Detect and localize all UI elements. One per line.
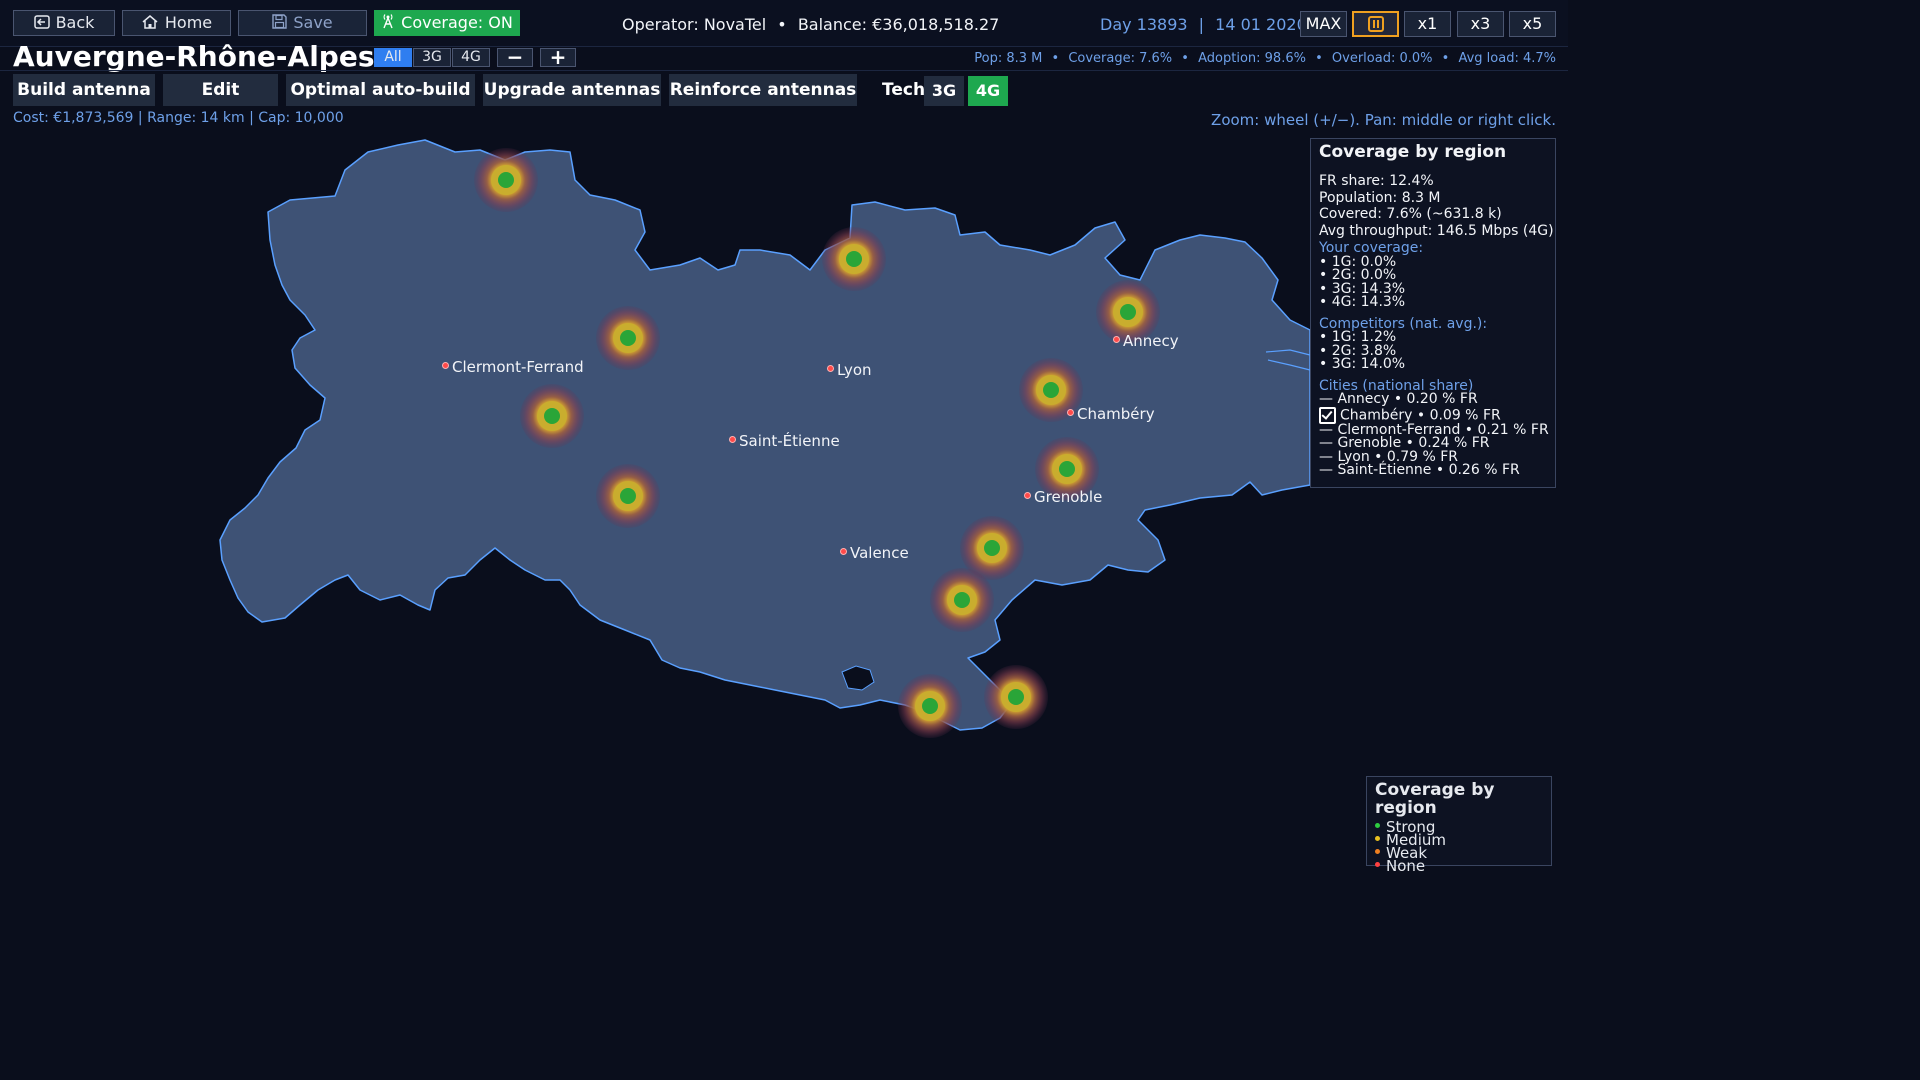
city-name: Annecy — [1123, 332, 1179, 350]
city-label[interactable]: Grenoble — [1024, 488, 1102, 506]
legend-dot-weak — [1375, 849, 1380, 854]
panel-population: Population: 8.3 M — [1319, 189, 1441, 206]
antenna-marker[interactable] — [984, 665, 1048, 729]
city-name: Valence — [850, 544, 909, 562]
antenna-strong-core — [620, 488, 636, 504]
city-name: Lyon — [837, 361, 872, 379]
coverage-legend: Coverage by region Strong Medium Weak No… — [1366, 776, 1552, 874]
city-dot — [1024, 492, 1031, 499]
city-dot — [840, 548, 847, 555]
city-share-item[interactable]: — Annecy • 0.20 % FR — [1319, 392, 1547, 407]
antenna-strong-core — [1008, 689, 1024, 705]
city-name: Clermont-Ferrand — [452, 358, 584, 376]
your-coverage-item: • 4G: 14.3% — [1319, 294, 1406, 310]
panel-fr-share: FR share: 12.4% — [1319, 173, 1434, 189]
legend-dot-medium — [1375, 836, 1380, 841]
city-share-item[interactable]: Chambéry • 0.09 % FR — [1319, 406, 1547, 424]
antenna-strong-core — [1043, 382, 1059, 398]
antenna-strong-core — [498, 172, 514, 188]
antenna-strong-core — [620, 330, 636, 346]
antenna-strong-core — [1120, 304, 1136, 320]
city-share-text: Chambéry • 0.09 % FR — [1340, 407, 1501, 423]
city-label[interactable]: Annecy — [1113, 332, 1179, 350]
legend-title: Coverage by region — [1375, 780, 1495, 818]
antenna-marker[interactable] — [822, 227, 886, 291]
legend-item: None — [1375, 857, 1543, 875]
legend-label: None — [1386, 857, 1426, 875]
antenna-strong-core — [984, 540, 1000, 556]
legend-dot-none — [1375, 862, 1380, 867]
antenna-marker[interactable] — [596, 464, 660, 528]
legend-dot-strong — [1375, 823, 1380, 828]
city-share-item[interactable]: — Saint-Étienne • 0.26 % FR — [1319, 463, 1547, 478]
coverage-info-panel: Coverage by region FR share: 12.4% Popul… — [1310, 138, 1556, 488]
city-dot — [1113, 336, 1120, 343]
city-name: Saint-Étienne — [739, 432, 840, 450]
city-dot — [1067, 409, 1074, 416]
antenna-marker[interactable] — [474, 148, 538, 212]
city-label[interactable]: Lyon — [827, 361, 872, 379]
city-name: Chambéry — [1077, 405, 1155, 423]
panel-title: Coverage by region — [1319, 142, 1507, 162]
city-dot — [442, 362, 449, 369]
city-label[interactable]: Clermont-Ferrand — [442, 358, 584, 376]
antenna-strong-core — [1059, 461, 1075, 477]
city-dot — [827, 365, 834, 372]
antenna-strong-core — [544, 408, 560, 424]
antenna-marker[interactable] — [898, 674, 962, 738]
city-dot — [729, 436, 736, 443]
city-label[interactable]: Saint-Étienne — [729, 432, 840, 450]
competitor-item: • 3G: 14.0% — [1319, 356, 1406, 372]
panel-throughput: Avg throughput: 146.5 Mbps (4G) — [1319, 222, 1554, 239]
checkbox-checked-icon[interactable] — [1319, 406, 1336, 424]
city-label[interactable]: Chambéry — [1067, 405, 1155, 423]
antenna-strong-core — [922, 698, 938, 714]
city-label[interactable]: Valence — [840, 544, 909, 562]
antenna-marker[interactable] — [930, 568, 994, 632]
antenna-strong-core — [846, 251, 862, 267]
antenna-marker[interactable] — [596, 306, 660, 370]
city-name: Grenoble — [1034, 488, 1103, 506]
antenna-marker[interactable] — [520, 384, 584, 448]
antenna-strong-core — [954, 592, 970, 608]
panel-covered: Covered: 7.6% (~631.8 k) — [1319, 206, 1502, 222]
